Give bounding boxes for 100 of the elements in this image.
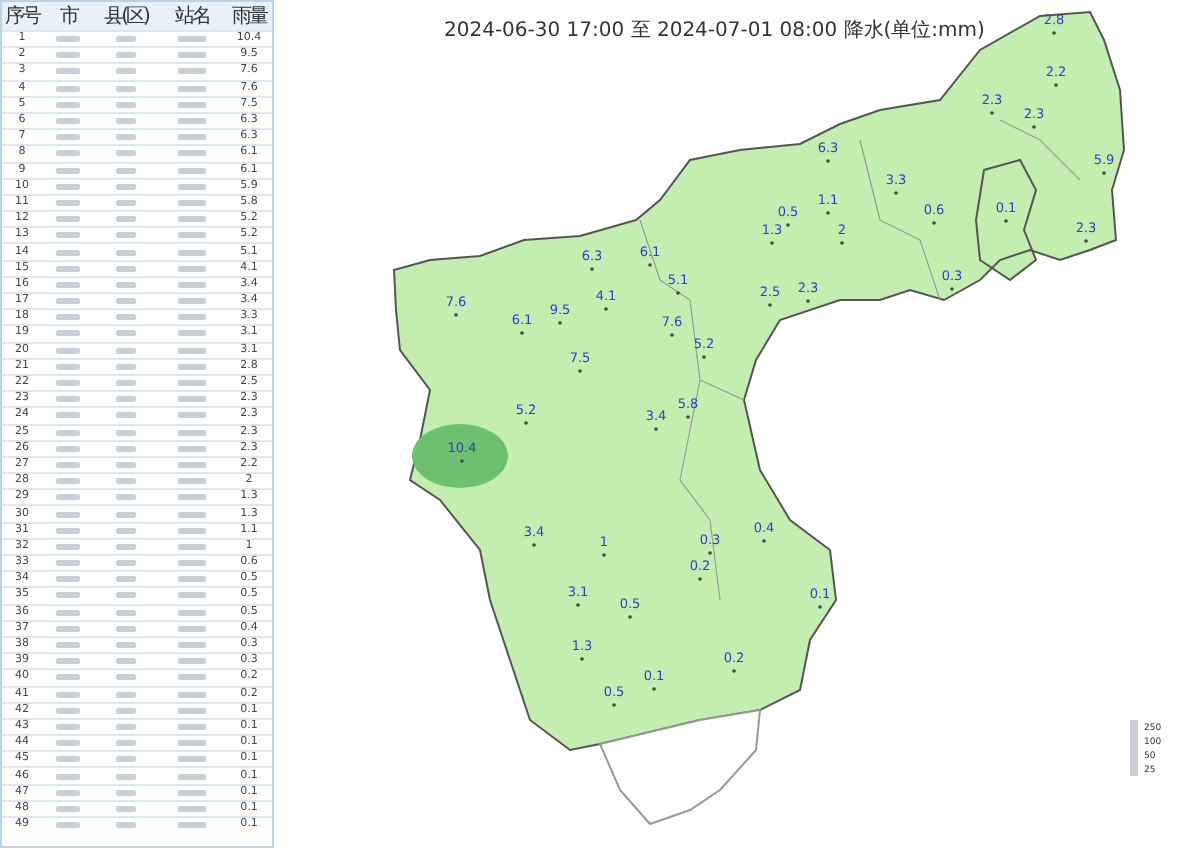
blurred-text [178,642,206,649]
blurred-text [178,167,206,174]
heavy-rain-area [412,424,508,488]
blurred-text [178,363,206,370]
blurred-text [178,68,206,75]
blurred-text [178,494,206,501]
blurred-text [56,609,80,616]
blurred-text [178,511,206,518]
blurred-text [56,52,80,59]
blurred-text [178,773,206,780]
blurred-text [56,183,80,190]
blurred-text [178,52,206,59]
blurred-text [56,691,80,698]
blurred-text [56,330,80,337]
blurred-text [178,723,206,730]
blurred-text [178,298,206,305]
blurred-text [56,101,80,108]
blurred-text [178,560,206,567]
blurred-text [178,740,206,747]
blurred-text [56,412,80,419]
blurred-text [178,134,206,141]
blurred-text [56,723,80,730]
blurred-text [178,691,206,698]
blurred-text [56,740,80,747]
blurred-text [178,609,206,616]
blurred-text [178,527,206,534]
blurred-text [56,592,80,599]
blurred-text [178,183,206,190]
blurred-text [178,36,206,43]
blurred-text [56,363,80,370]
blurred-text [56,527,80,534]
blurred-text [56,707,80,714]
blurred-text [56,36,80,43]
blurred-text [56,380,80,387]
blurred-text [178,232,206,239]
blurred-text [56,805,80,812]
blurred-text [56,314,80,321]
blurred-text [56,642,80,649]
blurred-text [56,150,80,157]
column-header: 市 [57,3,80,30]
blurred-text [178,412,206,419]
blurred-text [178,85,206,92]
column-header: 序号 [3,3,42,30]
blurred-text [178,216,206,223]
blurred-text [56,822,80,829]
blurred-text [178,461,206,468]
blurred-text [178,543,206,550]
blurred-text [56,134,80,141]
blurred-text [56,347,80,354]
blurred-text [178,592,206,599]
blurred-text [178,396,206,403]
blurred-text [56,429,80,436]
blurred-text [178,625,206,632]
blurred-text [56,199,80,206]
blurred-text [178,101,206,108]
blurred-text [178,674,206,681]
blurred-text [178,118,206,125]
blurred-text [178,150,206,157]
blurred-text [56,216,80,223]
blurred-text [178,199,206,206]
blurred-text [56,511,80,518]
blurred-text [56,167,80,174]
blurred-text [178,478,206,485]
blurred-text [56,249,80,256]
column-header: 雨量 [230,4,269,30]
blurred-text [56,773,80,780]
blurred-text [178,265,206,272]
legend-colorbar [1130,720,1138,776]
blurred-text [178,281,206,288]
blurred-text [178,822,206,829]
blurred-text [56,625,80,632]
map-title: 2024-06-30 17:00 至 2024-07-01 08:00 降水(单位:mm) [444,17,985,44]
blurred-text [178,576,206,583]
blurred-text [56,658,80,665]
blurred-text [56,445,80,452]
blurred-text [56,68,80,75]
column-header: 站名 [173,3,211,30]
column-header: 县(区) [102,4,151,30]
blurred-text [178,707,206,714]
blurred-text [178,805,206,812]
blurred-text [56,756,80,763]
blurred-text [178,330,206,337]
blurred-text [56,118,80,125]
blurred-text [178,445,206,452]
blurred-text [178,249,206,256]
blurred-text [178,756,206,763]
blurred-text [56,281,80,288]
blurred-text [56,478,80,485]
blurred-text [178,429,206,436]
blurred-text [178,347,206,354]
blurred-text [178,658,206,665]
blurred-text [178,314,206,321]
blurred-text [178,380,206,387]
blurred-text [56,265,80,272]
blurred-text [56,461,80,468]
blurred-text [56,494,80,501]
blurred-text [178,789,206,796]
blurred-text [56,85,80,92]
blurred-text [56,674,80,681]
blurred-text [56,232,80,239]
